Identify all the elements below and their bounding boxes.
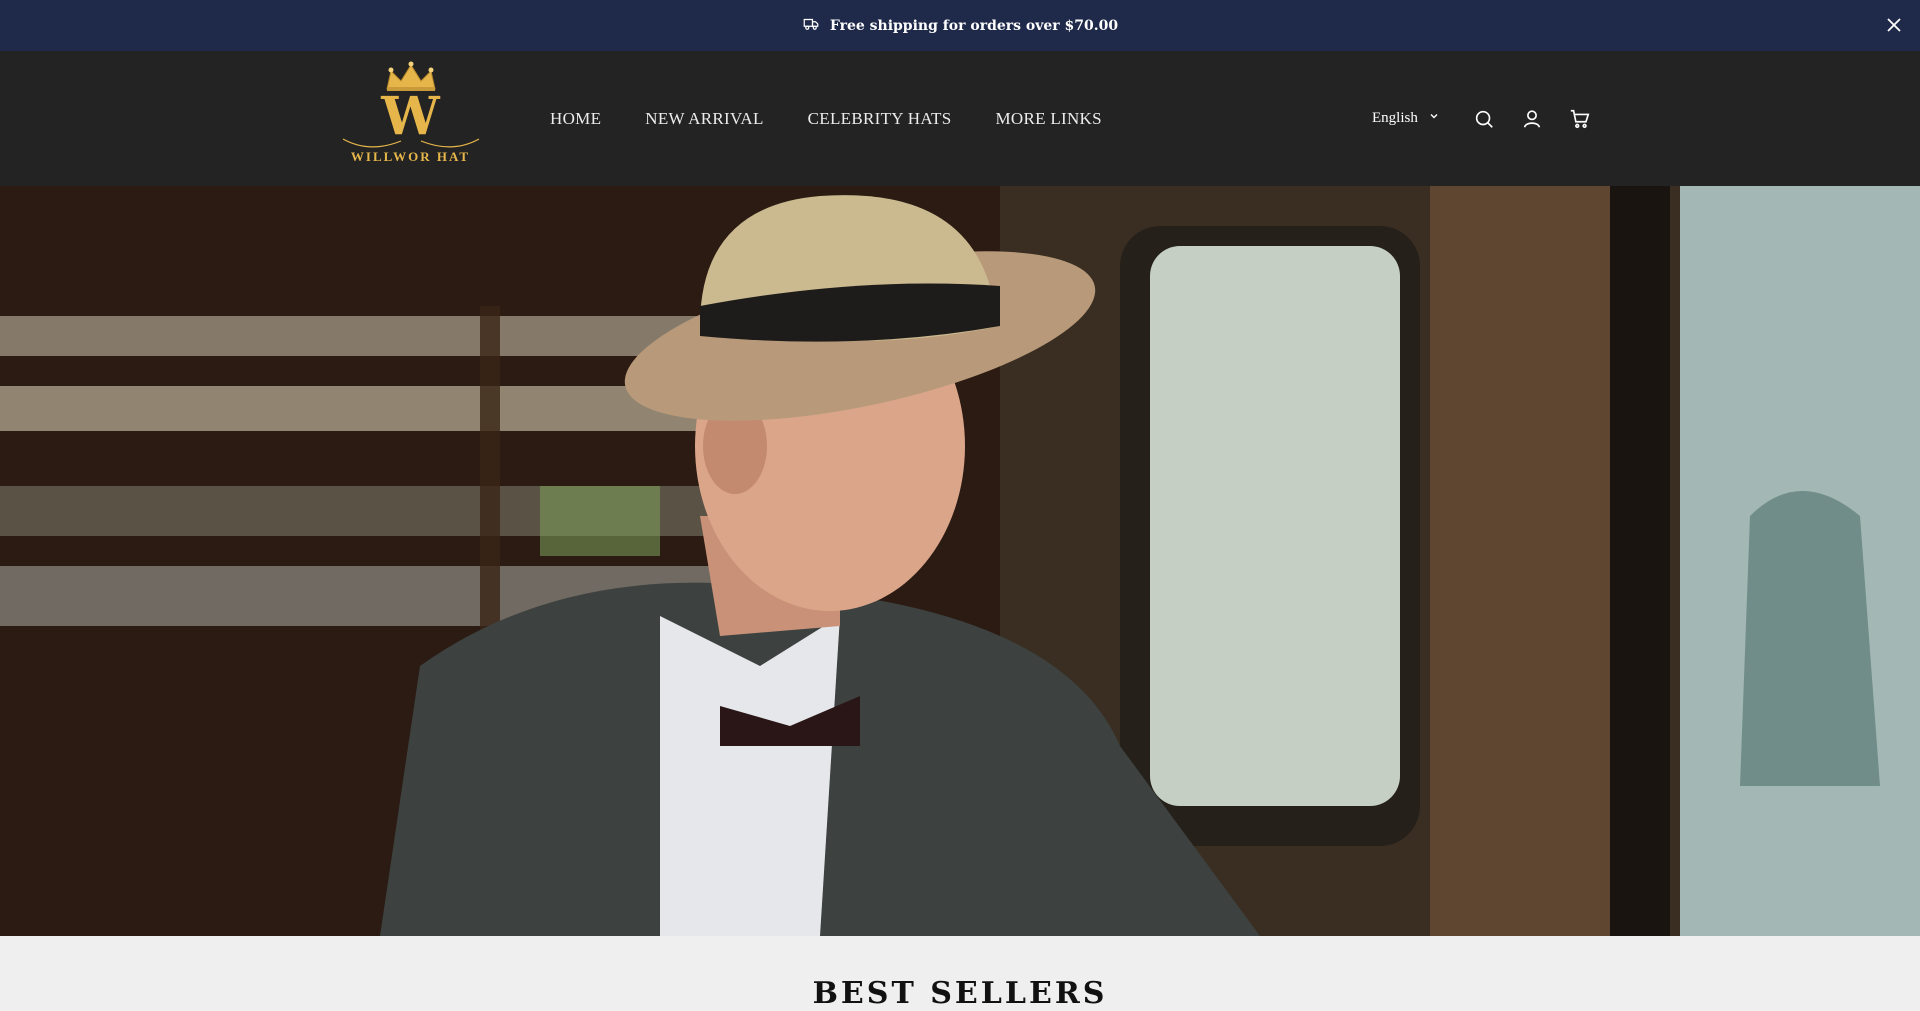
search-icon[interactable] bbox=[1472, 107, 1496, 131]
section-title: BEST SELLERS bbox=[812, 976, 1108, 1011]
hero-banner[interactable] bbox=[0, 186, 1920, 936]
logo-text: WILLWOR HAT bbox=[350, 149, 471, 164]
nav-item-new-arrival[interactable]: NEW ARRIVAL bbox=[645, 109, 763, 129]
account-icon[interactable] bbox=[1520, 107, 1544, 131]
logo-swirl bbox=[342, 138, 479, 148]
language-label: English bbox=[1372, 110, 1418, 126]
chevron-down-icon bbox=[1428, 110, 1440, 127]
announcement-text: Free shipping for orders over $70.00 bbox=[829, 17, 1119, 34]
best-sellers-section: BEST SELLERS bbox=[0, 936, 1920, 1011]
language-selector[interactable]: English bbox=[1372, 110, 1440, 127]
site-header: W WILLWOR HAT HOME NEW ARRIVAL CELEBRITY… bbox=[0, 51, 1920, 186]
announcement-content: Free shipping for orders over $70.00 bbox=[802, 15, 1118, 37]
nav-item-more-links[interactable]: MORE LINKS bbox=[995, 109, 1101, 129]
hero-image bbox=[0, 186, 1920, 936]
brand-logo[interactable]: W WILLWOR HAT bbox=[338, 61, 483, 176]
close-icon[interactable] bbox=[1882, 13, 1906, 37]
truck-icon bbox=[802, 15, 820, 37]
announcement-bar: Free shipping for orders over $70.00 bbox=[0, 0, 1920, 51]
nav-item-home[interactable]: HOME bbox=[550, 109, 601, 129]
main-nav: HOME NEW ARRIVAL CELEBRITY HATS MORE LIN… bbox=[550, 51, 1102, 186]
cart-icon[interactable] bbox=[1568, 107, 1592, 131]
nav-item-celebrity-hats[interactable]: CELEBRITY HATS bbox=[808, 109, 952, 129]
header-tools: English bbox=[1372, 51, 1604, 186]
